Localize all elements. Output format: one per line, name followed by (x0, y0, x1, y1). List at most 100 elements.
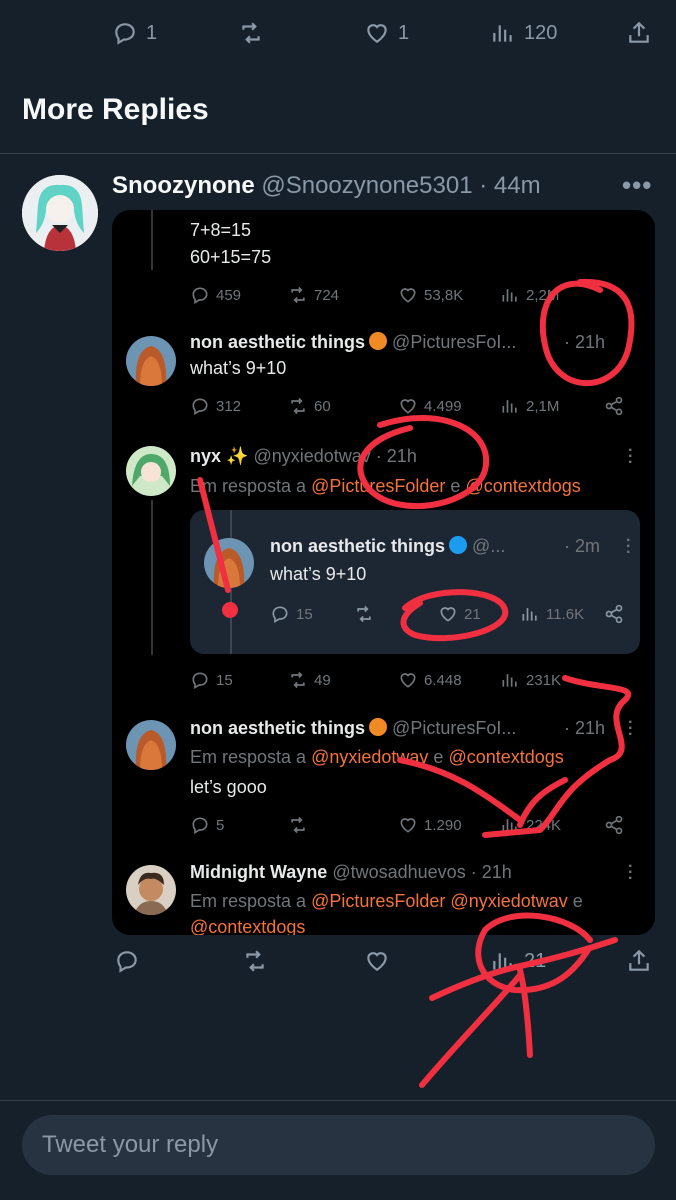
t4-time: · 21h (470, 862, 512, 882)
t2-avatar[interactable] (126, 446, 176, 496)
like-button[interactable]: 1 (364, 20, 409, 46)
t1-views[interactable]: 2,1M (500, 396, 559, 416)
share-button[interactable] (626, 20, 652, 46)
more-icon[interactable]: · · · (628, 329, 633, 357)
reply-icon (192, 817, 208, 834)
count: 724 (314, 286, 340, 304)
avatar-image (204, 538, 254, 588)
t2-time: · 21h (375, 446, 417, 466)
t1-name[interactable]: non aesthetic things (190, 332, 365, 352)
avatar-image (126, 336, 176, 386)
quoted-tweet[interactable]: non aesthetic things @... · 2m · · · what’… (190, 510, 640, 654)
t3-avatar[interactable] (126, 720, 176, 770)
attached-image[interactable]: 7+8=15 60+15=75 459 724 53,8K 2,2M non a… (112, 210, 655, 935)
t2-name[interactable]: nyx ✨ (190, 446, 248, 466)
count: 5 (216, 816, 225, 834)
quote-reply[interactable]: 15 (270, 604, 313, 624)
t0-reply[interactable]: 459 (190, 285, 241, 305)
like-button[interactable] (364, 948, 390, 974)
conj: e (433, 747, 444, 767)
mention-link[interactable]: @contextdogs (190, 917, 305, 935)
reply-input[interactable]: Tweet your reply (22, 1115, 655, 1175)
t3-like[interactable]: 1.290 (398, 815, 462, 835)
reply-button[interactable]: 1 (112, 20, 157, 46)
author-name[interactable]: Snoozynone (112, 172, 255, 199)
count: 6.448 (424, 671, 462, 689)
math-line-1: 7+8=15 (190, 220, 252, 240)
t3-share[interactable] (604, 815, 624, 835)
share-icon (605, 396, 623, 416)
quote-views[interactable]: 11.6K (520, 604, 584, 624)
like-count: 1 (398, 21, 410, 44)
t3-views[interactable]: 224K (500, 815, 561, 835)
views-icon (502, 289, 517, 302)
mention-link[interactable]: @contextdogs (465, 476, 580, 496)
t2-retweet[interactable]: 49 (288, 670, 331, 690)
quote-share[interactable] (604, 604, 624, 624)
t3-reply[interactable]: 5 (190, 815, 224, 835)
mention-link[interactable]: @PicturesFolder (311, 476, 445, 496)
reply-prefix: Em resposta a (190, 476, 307, 496)
t4-name[interactable]: Midnight Wayne (190, 862, 327, 882)
retweet-button[interactable] (238, 20, 264, 46)
share-button[interactable] (626, 948, 652, 974)
t1-retweet[interactable]: 60 (288, 396, 331, 416)
t1-like[interactable]: 4.499 (398, 396, 462, 416)
count: 15 (296, 605, 313, 623)
t3-name[interactable]: non aesthetic things (190, 718, 365, 738)
t0-retweet[interactable]: 724 (288, 285, 339, 305)
reply-count: 1 (146, 21, 158, 44)
conj: e (572, 891, 583, 911)
reply-icon (115, 23, 135, 45)
reply-button[interactable] (114, 948, 140, 974)
top-action-bar: 1 1 120 (0, 16, 676, 56)
mention-link[interactable]: @nyxiedotwav (311, 747, 428, 767)
reply-icon (192, 398, 208, 415)
retweet-icon (246, 950, 264, 972)
views-icon (502, 819, 517, 832)
count: 11.6K (546, 605, 585, 623)
count: 21 (464, 605, 481, 623)
mention-link[interactable]: @contextdogs (448, 747, 563, 767)
t3-handle: @PicturesFoI... (392, 718, 517, 738)
retweet-icon (357, 605, 371, 623)
t1-handle: @PicturesFoI... (392, 332, 517, 352)
more-icon[interactable]: · · · (628, 859, 633, 887)
t3-retweet[interactable] (288, 815, 308, 835)
t4-avatar[interactable] (126, 865, 176, 915)
retweet-button[interactable] (242, 948, 268, 974)
views-icon (493, 25, 512, 42)
share-icon (629, 949, 649, 971)
mention-link[interactable]: @PicturesFolder (311, 891, 445, 911)
reply-icon (117, 951, 137, 973)
more-icon[interactable]: ••• (622, 170, 652, 201)
more-icon[interactable]: · · · (628, 715, 633, 743)
more-icon[interactable]: · · · (626, 533, 631, 561)
views-icon (502, 400, 517, 413)
t2-views[interactable]: 231K (500, 670, 561, 690)
t1-reply[interactable]: 312 (190, 396, 241, 416)
views-button[interactable]: 120 (490, 20, 557, 46)
t4-reply-to: Em resposta a @PicturesFolder @nyxiedotw… (190, 891, 583, 912)
quote-retweet[interactable] (354, 604, 374, 624)
count: 2,1M (526, 397, 560, 415)
t2-like[interactable]: 6.448 (398, 670, 462, 690)
quote-name[interactable]: non aesthetic things (270, 536, 445, 556)
avatar[interactable] (22, 175, 98, 251)
more-icon[interactable]: · · · (628, 443, 633, 471)
views-count: 120 (524, 21, 558, 44)
t0-views[interactable]: 2,2M (500, 285, 559, 305)
like-icon (400, 673, 416, 688)
quote-avatar[interactable] (204, 538, 254, 588)
count: 224K (526, 816, 562, 834)
t1-share[interactable] (604, 396, 624, 416)
count: 53,8K (424, 286, 464, 304)
quote-like[interactable]: 21 (438, 604, 481, 624)
t1-avatar[interactable] (126, 336, 176, 386)
mention-link[interactable]: @nyxiedotwav (450, 891, 567, 911)
views-count: 21 (524, 949, 547, 972)
views-button[interactable]: 21 (490, 948, 546, 974)
t0-like[interactable]: 53,8K (398, 285, 463, 305)
like-icon (367, 24, 387, 43)
t2-reply[interactable]: 15 (190, 670, 233, 690)
